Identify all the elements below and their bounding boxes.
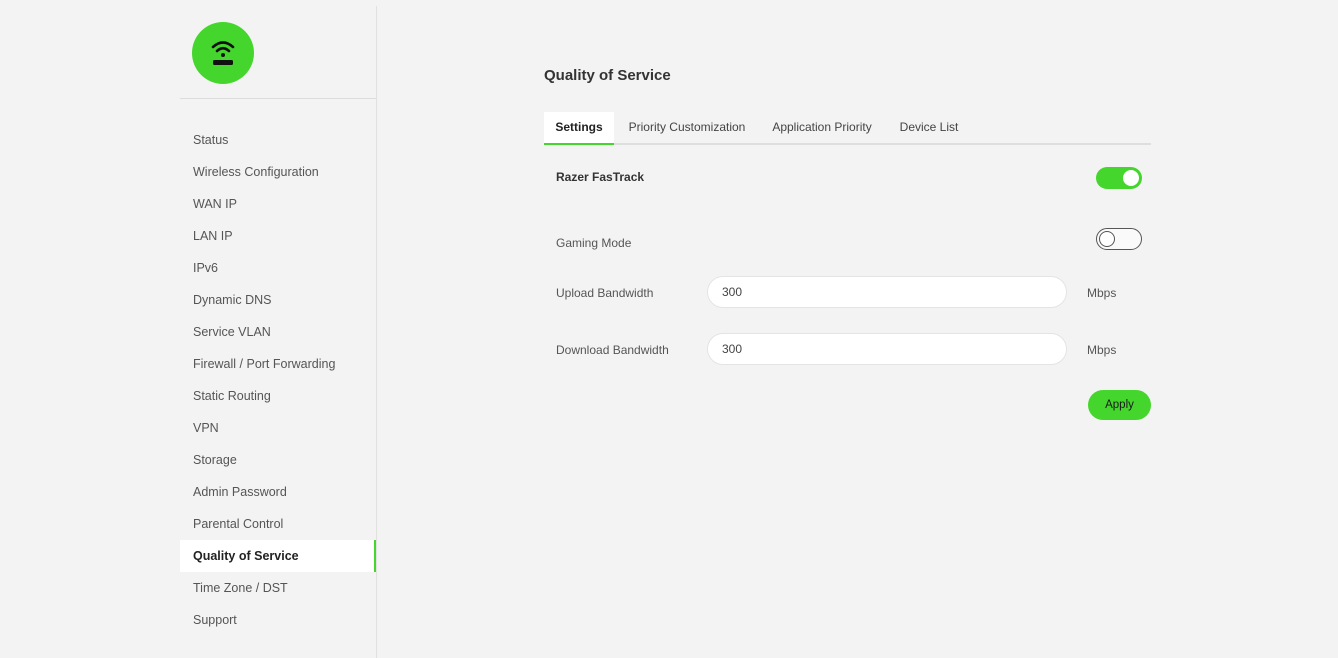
sidebar-item-wan-ip[interactable]: WAN IP xyxy=(180,188,376,220)
sidebar-item-vpn[interactable]: VPN xyxy=(180,412,376,444)
logo-area xyxy=(180,6,376,99)
sidebar-item-support[interactable]: Support xyxy=(180,604,376,636)
upload-unit: Mbps xyxy=(1087,286,1117,300)
sidebar-item-status[interactable]: Status xyxy=(180,124,376,156)
sidebar-item-firewall-port-forwarding[interactable]: Firewall / Port Forwarding xyxy=(180,348,376,380)
sidebar-item-lan-ip[interactable]: LAN IP xyxy=(180,220,376,252)
sidebar-item-parental-control[interactable]: Parental Control xyxy=(180,508,376,540)
upload-bandwidth-label: Upload Bandwidth xyxy=(556,286,654,300)
sidebar: Status Wireless Configuration WAN IP LAN… xyxy=(180,6,377,658)
tab-priority-customization[interactable]: Priority Customization xyxy=(622,112,752,143)
toggle-knob xyxy=(1123,170,1139,186)
tab-device-list[interactable]: Device List xyxy=(894,112,964,143)
sidebar-item-ipv6[interactable]: IPv6 xyxy=(180,252,376,284)
sidebar-item-static-routing[interactable]: Static Routing xyxy=(180,380,376,412)
sidebar-item-dynamic-dns[interactable]: Dynamic DNS xyxy=(180,284,376,316)
gaming-mode-toggle[interactable] xyxy=(1096,228,1142,250)
apply-button[interactable]: Apply xyxy=(1088,390,1151,420)
fastrack-label: Razer FasTrack xyxy=(556,170,645,184)
sidebar-item-time-zone-dst[interactable]: Time Zone / DST xyxy=(180,572,376,604)
sidebar-nav: Status Wireless Configuration WAN IP LAN… xyxy=(180,124,376,636)
sidebar-item-wireless-configuration[interactable]: Wireless Configuration xyxy=(180,156,376,188)
upload-bandwidth-input[interactable] xyxy=(707,276,1067,308)
toggle-knob xyxy=(1099,230,1115,247)
gaming-mode-label: Gaming Mode xyxy=(556,236,632,250)
page-title: Quality of Service xyxy=(544,67,671,84)
sidebar-item-admin-password[interactable]: Admin Password xyxy=(180,476,376,508)
download-bandwidth-input[interactable] xyxy=(707,333,1067,365)
fastrack-toggle[interactable] xyxy=(1096,167,1142,189)
tab-settings[interactable]: Settings xyxy=(544,112,614,145)
tab-bar: Settings Priority Customization Applicat… xyxy=(544,112,1151,145)
download-bandwidth-label: Download Bandwidth xyxy=(556,343,669,357)
sidebar-item-storage[interactable]: Storage xyxy=(180,444,376,476)
sidebar-item-service-vlan[interactable]: Service VLAN xyxy=(180,316,376,348)
wifi-router-icon xyxy=(192,22,254,84)
sidebar-item-quality-of-service[interactable]: Quality of Service xyxy=(180,540,376,572)
download-unit: Mbps xyxy=(1087,343,1117,357)
tab-application-priority[interactable]: Application Priority xyxy=(766,112,878,143)
